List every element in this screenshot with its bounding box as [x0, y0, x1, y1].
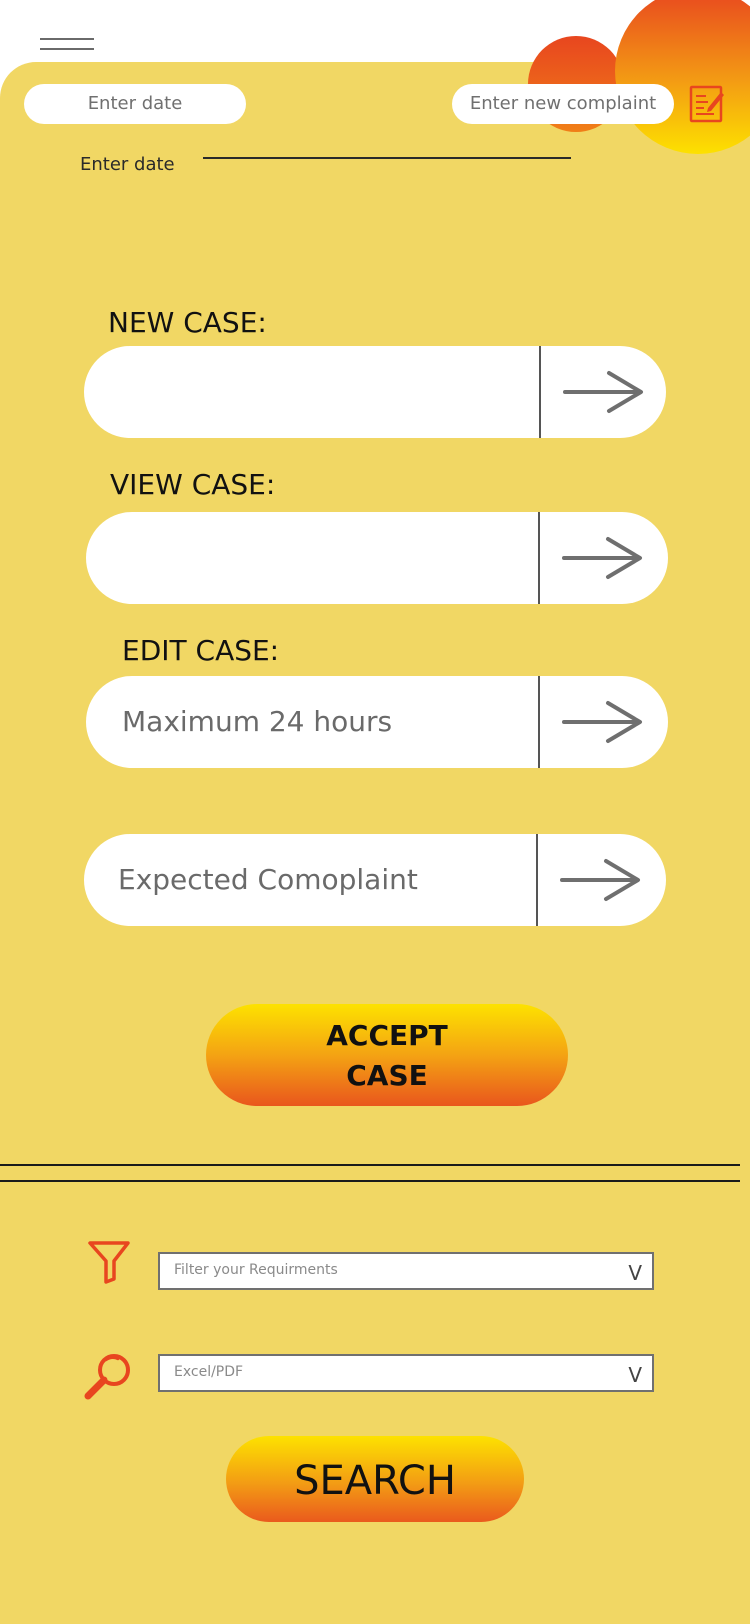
date-input[interactable]: Enter date — [24, 84, 246, 124]
new-case-label: NEW CASE: — [108, 306, 267, 339]
edit-case-label: EDIT CASE: — [122, 634, 280, 667]
export-format-value: Excel/PDF — [174, 1364, 244, 1380]
view-case-row — [86, 512, 668, 604]
edit-case-row: Maximum 24 hours — [86, 676, 668, 768]
expected-complaint-submit-button[interactable] — [538, 834, 663, 926]
new-complaint-input[interactable]: Enter new complaint — [452, 84, 674, 124]
separator-line-top — [0, 1164, 740, 1166]
requirements-filter-value: Filter your Requirments — [174, 1262, 338, 1278]
new-case-submit-button[interactable] — [541, 346, 666, 438]
expected-complaint-row: Expected Comoplaint — [84, 834, 666, 926]
chevron-down-icon: V — [628, 1363, 642, 1387]
hamburger-menu-icon[interactable] — [40, 34, 94, 54]
view-case-input[interactable] — [86, 512, 541, 604]
separator-line-bottom — [0, 1180, 740, 1182]
requirements-filter-select[interactable]: Filter your Requirments V — [158, 1252, 654, 1290]
edit-note-icon[interactable] — [688, 84, 726, 124]
edit-case-submit-button[interactable] — [540, 676, 665, 768]
date-label: Enter date — [80, 154, 175, 175]
view-case-submit-button[interactable] — [540, 512, 665, 604]
edit-case-input[interactable]: Maximum 24 hours — [86, 676, 541, 768]
export-format-select[interactable]: Excel/PDF V — [158, 1354, 654, 1392]
date-underline — [203, 157, 571, 159]
expected-complaint-input[interactable]: Expected Comoplaint — [84, 834, 539, 926]
arrow-right-icon — [560, 859, 640, 901]
funnel-icon[interactable] — [86, 1238, 134, 1286]
magnifier-icon[interactable] — [82, 1350, 134, 1402]
chevron-down-icon: V — [628, 1261, 642, 1285]
new-case-input[interactable] — [84, 346, 539, 438]
search-button[interactable]: SEARCH — [226, 1436, 524, 1522]
arrow-right-icon — [562, 537, 642, 579]
view-case-label: VIEW CASE: — [110, 468, 276, 501]
accept-case-button[interactable]: ACCEPT CASE — [206, 1004, 568, 1106]
arrow-right-icon — [563, 371, 643, 413]
accept-case-line2: CASE — [346, 1059, 428, 1092]
new-case-row — [84, 346, 666, 438]
accept-case-line1: ACCEPT — [326, 1019, 448, 1052]
arrow-right-icon — [562, 701, 642, 743]
